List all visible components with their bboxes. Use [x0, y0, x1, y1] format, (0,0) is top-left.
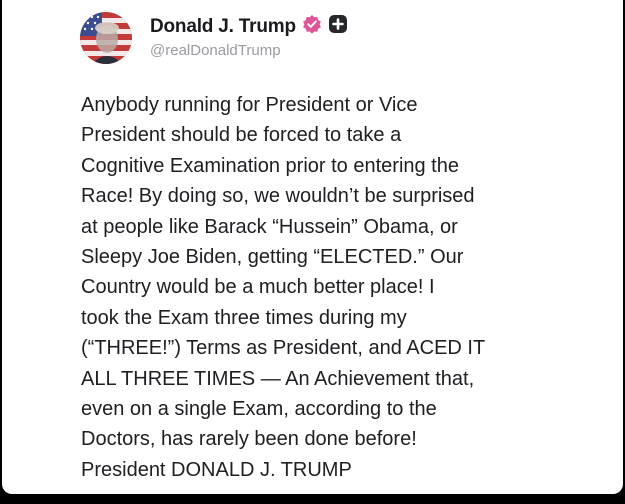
post-text-line: Doctors, has rarely been done before!: [81, 428, 417, 451]
avatar[interactable]: [80, 12, 132, 64]
author-display-name[interactable]: Donald J. Trump: [150, 16, 296, 38]
post-text-line: Race! By doing so, we wouldn’t be surpri…: [81, 185, 475, 208]
post-text-line: (“THREE!”) Terms as President, and ACED …: [81, 337, 486, 360]
post-text-line: took the Exam three times during my: [81, 306, 407, 329]
post-text-line: even on a single Exam, according to the: [81, 398, 437, 421]
post-text-line: President should be forced to take a: [81, 124, 402, 147]
plus-icon[interactable]: [328, 14, 348, 39]
post-text-line: President DONALD J. TRUMP: [81, 458, 352, 481]
post-text: Anybody running for President or Vice Pr…: [81, 90, 601, 485]
post-text-line: ALL THREE TIMES — An Achievement that,: [81, 367, 475, 390]
post-text-line: Anybody running for President or Vice: [81, 94, 418, 116]
post-text-line: Country would be a much better place! I: [81, 276, 435, 299]
author-header: Donald J. Trump: [150, 14, 348, 39]
post-card: Donald J. Trump @realDonaldTrump Anybody…: [2, 0, 623, 494]
post-text-line: Sleepy Joe Biden, getting “ELECTED.” Our: [81, 246, 464, 269]
author-handle[interactable]: @realDonaldTrump: [150, 42, 281, 59]
verified-badge-icon: [302, 14, 322, 39]
post-text-line: Cognitive Examination prior to entering …: [81, 154, 459, 177]
post-text-line: at people like Barack “Hussein” Obama, o…: [81, 215, 458, 238]
